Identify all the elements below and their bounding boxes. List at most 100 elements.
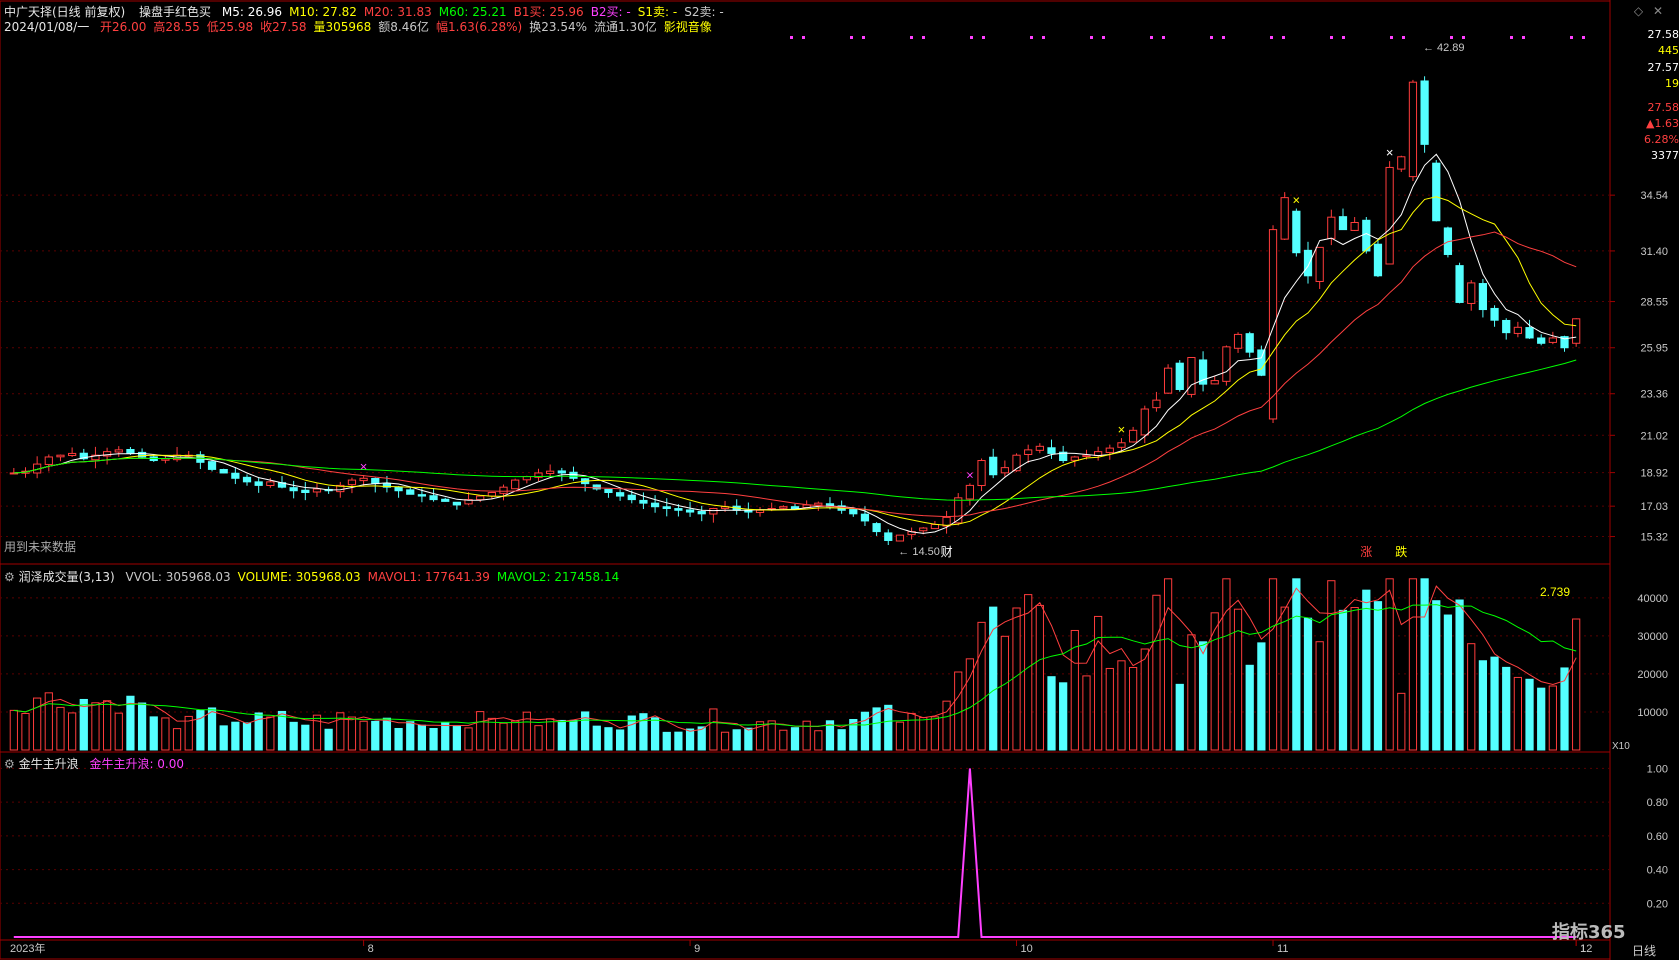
indicator-legend: 金牛主升浪: 0.00: [82, 757, 184, 771]
candle-body: [1280, 197, 1289, 240]
candle-body: [662, 506, 671, 509]
marker-zhang: 涨: [1360, 544, 1372, 559]
candle-body: [884, 532, 893, 541]
top-dot-marker: [850, 36, 853, 39]
volume-bar: [954, 671, 963, 751]
ma-label-1: M10: 27.82: [289, 5, 357, 19]
volume-bar: [289, 721, 298, 751]
ma-label-0: M5: 26.96: [221, 5, 283, 19]
candle-body: [429, 495, 438, 501]
candle-body: [406, 489, 415, 495]
period-label[interactable]: 日线: [1632, 942, 1656, 959]
top-dot-marker: [1042, 36, 1045, 39]
signal-cross-marker: ×: [1293, 193, 1301, 208]
price-tick-label: 15.32: [1640, 532, 1668, 544]
candle-body: [1455, 265, 1464, 303]
volume-bar: [1000, 635, 1009, 751]
candle-body: [849, 509, 858, 515]
top-dot-marker: [1390, 36, 1393, 39]
vol-tick-label: 20000: [1637, 669, 1668, 681]
top-dot-marker: [982, 36, 985, 39]
candle-body: [1105, 447, 1114, 453]
volume-bar: [732, 729, 741, 751]
volume-bar: [1257, 642, 1266, 751]
volume-bar: [674, 731, 683, 751]
candle-body: [476, 495, 485, 501]
price-tick-label: 31.40: [1640, 246, 1668, 258]
gear-icon[interactable]: ⚙: [4, 570, 15, 584]
volume-bar: [382, 717, 392, 751]
top-dot-marker: [922, 36, 925, 39]
ohlc-legend: 开26.00 高28.55 低25.98 收27.58 量305968 额8.46亿 幅1.…: [93, 20, 712, 34]
volume-bar: [1525, 678, 1534, 751]
volume-bar: [615, 729, 625, 751]
ind-tick-label: 1.00: [1647, 763, 1668, 775]
rp-price-top: 27.58: [1647, 28, 1679, 41]
top-dot-marker: [862, 36, 865, 39]
candle-body: [1537, 337, 1546, 344]
rp-pct: 6.28%: [1644, 133, 1679, 146]
volume-bar: [1292, 578, 1301, 751]
candle-body: [1187, 357, 1196, 395]
volume-bar: [161, 717, 170, 751]
candle-body: [359, 477, 368, 482]
candle-body: [930, 523, 940, 530]
candle-body: [779, 506, 788, 509]
top-dot-marker: [802, 36, 805, 39]
volume-bar: [1024, 594, 1033, 751]
volume-bar: [1245, 664, 1254, 751]
top-dot-marker: [1270, 36, 1273, 39]
volume-bar: [1012, 607, 1021, 751]
volume-bar: [242, 722, 252, 751]
rp-last: 27.58: [1647, 101, 1679, 114]
volume-bar: [1572, 618, 1581, 751]
volume-bar: [1408, 578, 1418, 751]
high-annotation: ← 42.89: [1423, 42, 1465, 54]
volume-bar: [1280, 606, 1289, 751]
price-tick-label: 34.54: [1640, 190, 1668, 202]
candle-body: [1315, 246, 1324, 282]
volume-bar: [1140, 648, 1149, 751]
candle-body: [1303, 249, 1313, 277]
brand-watermark: 指标365: [1552, 922, 1626, 943]
candle-body: [1362, 219, 1371, 252]
volume-bar: [604, 727, 613, 751]
volume-bar: [102, 700, 112, 751]
volume-bar: [1082, 675, 1091, 751]
candle-body: [977, 460, 986, 487]
ma-label-6: S1卖: -: [637, 5, 678, 19]
diamond-icon[interactable]: ◇: [1634, 4, 1643, 18]
signal-cross-marker: ×: [1118, 422, 1126, 437]
stock-chart[interactable]: 34.54 31.40 28.55 25.95 23.36 21.02 18.92 17.03…: [0, 0, 1679, 960]
volume-bar: [324, 728, 333, 751]
gear-icon[interactable]: ⚙: [4, 757, 15, 771]
volume-bar: [137, 702, 147, 751]
volume-bar: [1420, 578, 1429, 751]
volume-bar: [1502, 666, 1511, 751]
volume-bar: [219, 725, 228, 751]
candle-body: [709, 507, 718, 515]
volume-bar: [907, 712, 916, 751]
candle-body: [312, 488, 322, 493]
chart-header-line2: 2024/01/08/一 开26.00 高28.55 低25.98 收27.58 量30…: [4, 19, 712, 35]
volume-bar: [744, 727, 753, 751]
volume-bar: [487, 717, 496, 751]
ind-tick-label: 0.80: [1647, 797, 1668, 809]
ma-label-7: S2卖: -: [684, 5, 724, 19]
candle-body: [1408, 81, 1418, 178]
vol-tick-label: 30000: [1637, 631, 1668, 643]
volume-bar: [650, 717, 660, 751]
volume-bar: [441, 722, 450, 751]
top-dot-marker: [1150, 36, 1153, 39]
top-dot-marker: [1210, 36, 1213, 39]
close-icon[interactable]: ✕: [1653, 4, 1663, 18]
volume-bar: [1175, 683, 1184, 751]
vol-unit-label: X10: [1612, 741, 1630, 752]
rp-amount: 3377: [1651, 149, 1679, 162]
candle-body: [1024, 449, 1033, 455]
stock-title: 中广天择(日线 前复权): [4, 5, 126, 19]
volume-bar: [511, 720, 520, 751]
rp-vol-a: 445: [1658, 44, 1679, 57]
volume-bar: [1478, 660, 1488, 751]
candle-body: [1268, 229, 1278, 420]
